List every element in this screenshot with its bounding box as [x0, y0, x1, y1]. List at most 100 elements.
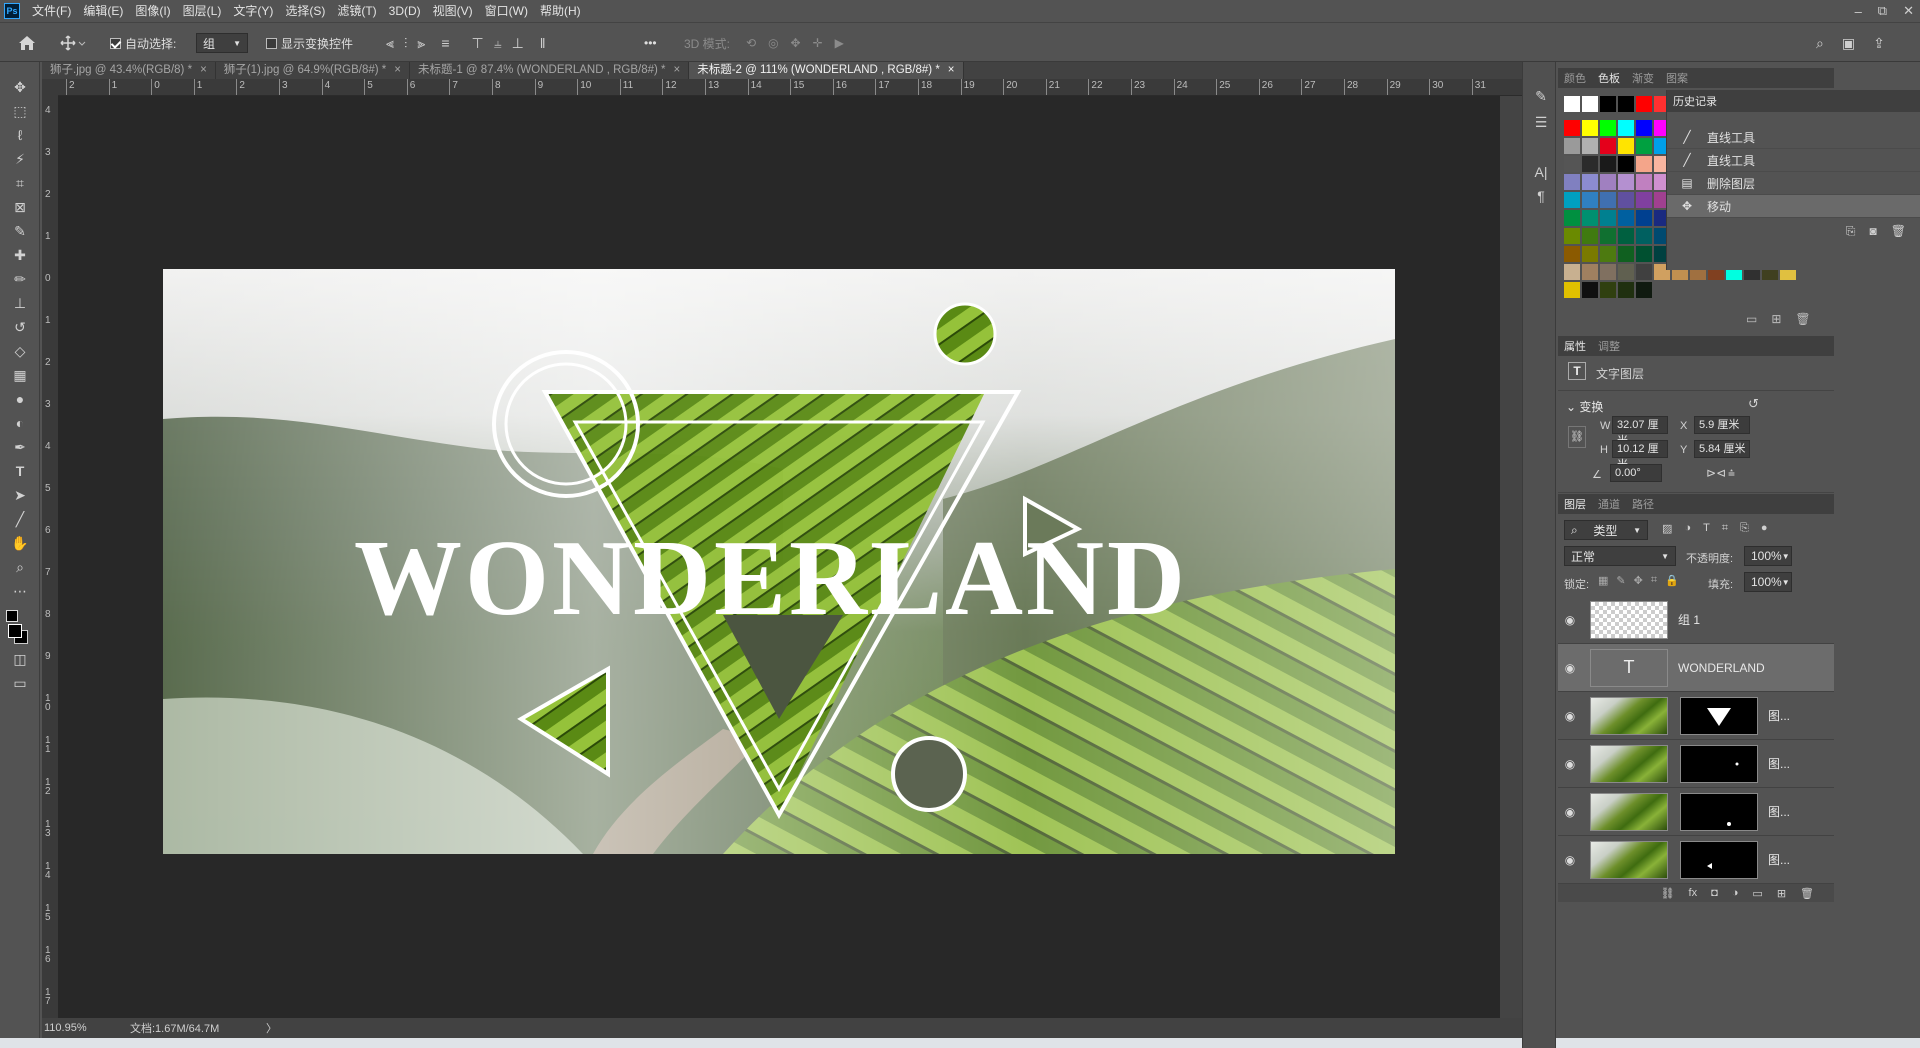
- color-swatch[interactable]: [1600, 228, 1616, 244]
- new-layer-icon[interactable]: ⊞: [1777, 887, 1786, 900]
- layer-filter-dropdown[interactable]: ⌕ 类型 ▼: [1564, 520, 1648, 540]
- zoom-level[interactable]: 110.95%: [44, 1022, 122, 1034]
- filter-pixel-icon[interactable]: ▨: [1662, 522, 1672, 535]
- color-swatch[interactable]: [1618, 210, 1634, 226]
- color-swatch[interactable]: [1618, 228, 1634, 244]
- menu-help[interactable]: 帮助(H): [534, 0, 587, 22]
- color-swatch[interactable]: [1600, 156, 1616, 172]
- filter-type-icon[interactable]: T: [1703, 522, 1710, 535]
- horizontal-ruler[interactable]: 2 1 0 1 2 3 4 5 6 7 8 9 10 11 12 13 14 15 16 17 18 19 20 21 22 23…: [58, 79, 1522, 96]
- color-swatch[interactable]: [1636, 192, 1652, 208]
- color-swatch[interactable]: [1636, 174, 1652, 190]
- color-swatch[interactable]: [1618, 174, 1634, 190]
- align-left-icon[interactable]: ⫷: [386, 35, 394, 52]
- restore-button[interactable]: ⧉: [1878, 3, 1887, 19]
- layer-mask-thumbnail[interactable]: [1680, 696, 1758, 735]
- history-item-current[interactable]: ✥ 移动: [1667, 195, 1920, 218]
- color-swatch[interactable]: [1636, 228, 1652, 244]
- color-swatch[interactable]: [1600, 246, 1616, 262]
- color-swatch[interactable]: [1564, 156, 1580, 172]
- adjust-sliders-icon[interactable]: ☰: [1531, 112, 1551, 132]
- pen-tool-icon[interactable]: ✒: [8, 436, 32, 458]
- menu-edit[interactable]: 编辑(E): [77, 0, 129, 22]
- snapshot-camera-icon[interactable]: ◙: [1870, 224, 1877, 239]
- history-item[interactable]: ╱ 直线工具: [1667, 126, 1920, 149]
- height-field[interactable]: 10.12 厘米: [1612, 440, 1668, 471]
- show-transform-checkbox[interactable]: 显示变换控件: [266, 23, 353, 63]
- hand-tool-icon[interactable]: ✋: [8, 532, 32, 554]
- y-position-field[interactable]: 5.84 厘米: [1694, 440, 1750, 458]
- color-swatch[interactable]: [1618, 138, 1634, 154]
- new-document-from-state-icon[interactable]: ⎘: [1846, 224, 1856, 239]
- link-layers-icon[interactable]: ⛓: [1661, 887, 1675, 900]
- history-brush-icon[interactable]: ↺: [8, 316, 32, 338]
- auto-select-dropdown[interactable]: 组 ▼: [196, 33, 248, 53]
- search-icon[interactable]: ⌕: [1816, 35, 1824, 52]
- filter-shape-icon[interactable]: ⌗: [1722, 522, 1728, 535]
- share-icon[interactable]: ⇪: [1873, 35, 1885, 52]
- color-swatch[interactable]: [1600, 264, 1616, 280]
- tab-paths[interactable]: 路径: [1626, 496, 1660, 512]
- layer-row-group[interactable]: ◉ 组 1: [1558, 596, 1834, 644]
- more-options-button[interactable]: •••: [644, 23, 657, 63]
- align-top-icon[interactable]: ⊤: [471, 35, 483, 52]
- lock-artboard-icon[interactable]: ⌗: [1651, 574, 1657, 587]
- layer-row[interactable]: ◉ 图...: [1558, 836, 1834, 884]
- tab-layers[interactable]: 图层: [1558, 496, 1592, 512]
- menu-image[interactable]: 图像(I): [129, 0, 176, 22]
- color-swatch[interactable]: [1618, 282, 1634, 298]
- tab-pattern[interactable]: 图案: [1660, 70, 1694, 86]
- tab-channels[interactable]: 通道: [1592, 496, 1626, 512]
- eye-visibility-icon[interactable]: ◉: [1558, 613, 1582, 627]
- vertical-scrollbar[interactable]: [1500, 96, 1522, 1018]
- color-swatch[interactable]: [1564, 246, 1580, 262]
- tab-adjustments[interactable]: 调整: [1592, 338, 1626, 354]
- close-tab-icon[interactable]: ×: [674, 64, 681, 76]
- color-swatch[interactable]: [1564, 264, 1580, 280]
- color-swatch[interactable]: [1636, 210, 1652, 226]
- move-tool-preset-icon[interactable]: [60, 23, 86, 63]
- close-tab-icon[interactable]: ×: [948, 64, 955, 76]
- lock-pixels-icon[interactable]: ✎: [1616, 574, 1625, 587]
- color-swatch[interactable]: [1582, 156, 1598, 172]
- magic-wand-icon[interactable]: ⚡: [8, 148, 32, 170]
- color-swatch[interactable]: [1600, 138, 1616, 154]
- color-swatch[interactable]: [1636, 120, 1652, 136]
- color-swatch[interactable]: [1582, 192, 1598, 208]
- close-tab-icon[interactable]: ×: [394, 64, 401, 76]
- color-swatch[interactable]: [1564, 192, 1580, 208]
- adjustment-layer-icon[interactable]: ◑: [1732, 887, 1739, 899]
- color-swatch[interactable]: [1618, 120, 1634, 136]
- color-swatch[interactable]: [1618, 264, 1634, 280]
- color-picker-swatches[interactable]: [8, 622, 30, 644]
- eraser-icon[interactable]: ◇: [8, 340, 32, 362]
- vertical-ruler[interactable]: 432101234567891 01 11 21 31 41 51 61 7: [42, 96, 58, 1018]
- path-selection-icon[interactable]: ➤: [8, 484, 32, 506]
- layer-mask-thumbnail[interactable]: [1680, 840, 1758, 879]
- swap-colors-icon[interactable]: [6, 610, 18, 622]
- color-swatch[interactable]: [1636, 282, 1652, 298]
- align-right-icon[interactable]: ⫸: [417, 35, 425, 52]
- foreground-color-swatch[interactable]: [8, 624, 22, 638]
- color-swatch[interactable]: [1600, 210, 1616, 226]
- eye-visibility-icon[interactable]: ◉: [1558, 709, 1582, 723]
- quick-mask-icon[interactable]: ◫: [8, 648, 32, 670]
- marquee-tool-icon[interactable]: ⬚: [8, 100, 32, 122]
- link-dimensions-icon[interactable]: ⛓: [1568, 426, 1586, 448]
- distribute-h-icon[interactable]: ≡: [441, 35, 449, 51]
- screen-mode-icon[interactable]: ▭: [8, 672, 32, 694]
- color-swatch[interactable]: [1582, 138, 1598, 154]
- 3d-camera-icon[interactable]: ▶: [835, 36, 844, 50]
- paragraph-panel-icon[interactable]: ¶: [1531, 186, 1551, 206]
- show-transform-check-icon[interactable]: [266, 37, 277, 49]
- transform-section[interactable]: ⌄ 变换: [1566, 398, 1603, 415]
- delete-state-icon[interactable]: 🗑: [1891, 224, 1906, 239]
- home-icon[interactable]: [18, 23, 36, 63]
- tab-doc-1[interactable]: 狮子.jpg @ 43.4%(RGB/8) * ×: [42, 62, 216, 79]
- new-swatch-icon[interactable]: ⊞: [1771, 312, 1781, 326]
- eye-visibility-icon[interactable]: ◉: [1558, 805, 1582, 819]
- menu-layer[interactable]: 图层(L): [177, 0, 228, 22]
- wonderland-headline[interactable]: WONDERLAND: [354, 519, 1188, 638]
- color-swatch[interactable]: [1564, 228, 1580, 244]
- color-swatch[interactable]: [1618, 156, 1634, 172]
